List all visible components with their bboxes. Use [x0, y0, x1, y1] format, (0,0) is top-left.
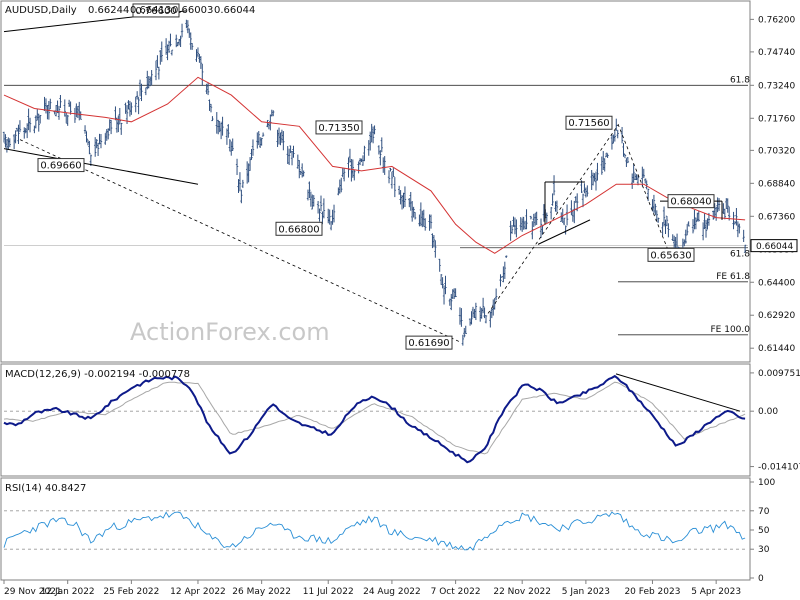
rsi-panel: [0, 477, 751, 581]
x-tick-label: 11 Jul 2022: [303, 587, 354, 597]
current-price-label: 0.66044: [756, 242, 793, 252]
annotation-label: 0.61690: [408, 338, 449, 349]
macd-y-tick-label: 0.00: [758, 407, 778, 417]
rsi-y-tick-label: 0: [758, 574, 764, 584]
price-y-tick-label: 0.70320: [758, 146, 795, 156]
x-tick-label: 20 Feb 2023: [624, 587, 680, 597]
annotation-label: 0.69660: [40, 161, 81, 172]
x-tick-label: 5 Apr 2023: [691, 587, 741, 597]
price-y-tick-label: 0.68840: [758, 179, 795, 189]
x-tick-label: 24 Aug 2022: [363, 587, 421, 597]
watermark: ActionForex.com: [130, 318, 330, 346]
level-label: FE 61.8: [716, 272, 750, 282]
rsi-y-tick-label: 50: [758, 526, 770, 536]
price-y-tick-label: 0.74740: [758, 48, 795, 58]
x-tick-label: 5 Jan 2023: [562, 587, 610, 597]
macd-title: MACD(12,26,9) -0.002194 -0.000778: [5, 369, 190, 380]
x-tick-label: 26 May 2022: [232, 587, 291, 597]
rsi-title: RSI(14) 40.8427: [5, 483, 86, 494]
annotation-label: 0.71350: [318, 123, 359, 134]
audusd-daily-chart: ActionForex.com 0.76200 0.74740 0.73240 0.7…: [0, 0, 800, 597]
rsi-y-tick-label: 30: [758, 545, 770, 555]
price-y-tick-label: 0.71760: [758, 114, 795, 124]
level-label: 61.8: [730, 250, 750, 260]
ohlc-low: 0.66003: [172, 5, 213, 16]
annotation-label: 0.71560: [568, 118, 609, 129]
ohlc-high: 0.66413: [130, 5, 171, 16]
annotation-label: 0.65630: [650, 250, 691, 261]
price-y-tick-label: 0.73240: [758, 81, 795, 91]
price-y-tick-label: 0.76200: [758, 15, 795, 25]
rsi-y-tick-label: 70: [758, 507, 770, 517]
x-tick-label: 25 Feb 2022: [103, 587, 159, 597]
price-y-tick-label: 0.64400: [758, 278, 795, 288]
level-label: FE 100.0: [711, 325, 751, 335]
price-y-tick-label: 0.67360: [758, 212, 795, 222]
x-tick-label: 12 Jan 2022: [41, 587, 95, 597]
price-y-tick-label: 0.62920: [758, 311, 795, 321]
ohlc-open: 0.66244: [88, 5, 129, 16]
annotation-label: 0.66800: [278, 224, 319, 235]
x-tick-label: 7 Oct 2022: [431, 587, 481, 597]
x-tick-label: 22 Nov 2022: [493, 587, 551, 597]
level-label: 61.8: [730, 75, 750, 85]
rsi-y-tick-label: 100: [758, 478, 775, 488]
x-tick-label: 12 Apr 2022: [170, 587, 226, 597]
price-title: AUDUSD,Daily: [5, 5, 77, 16]
price-y-tick-label: 0.61440: [758, 344, 795, 354]
x-axis: 29 Nov 202112 Jan 2022 25 Feb 2022 12 Apr …: [3, 580, 741, 597]
macd-y-tick-label: -0.014107: [758, 463, 800, 473]
ohlc-close: 0.66044: [214, 5, 255, 16]
macd-y-tick-label: 0.009751: [758, 369, 800, 379]
annotation-label: 0.68040: [670, 197, 711, 208]
